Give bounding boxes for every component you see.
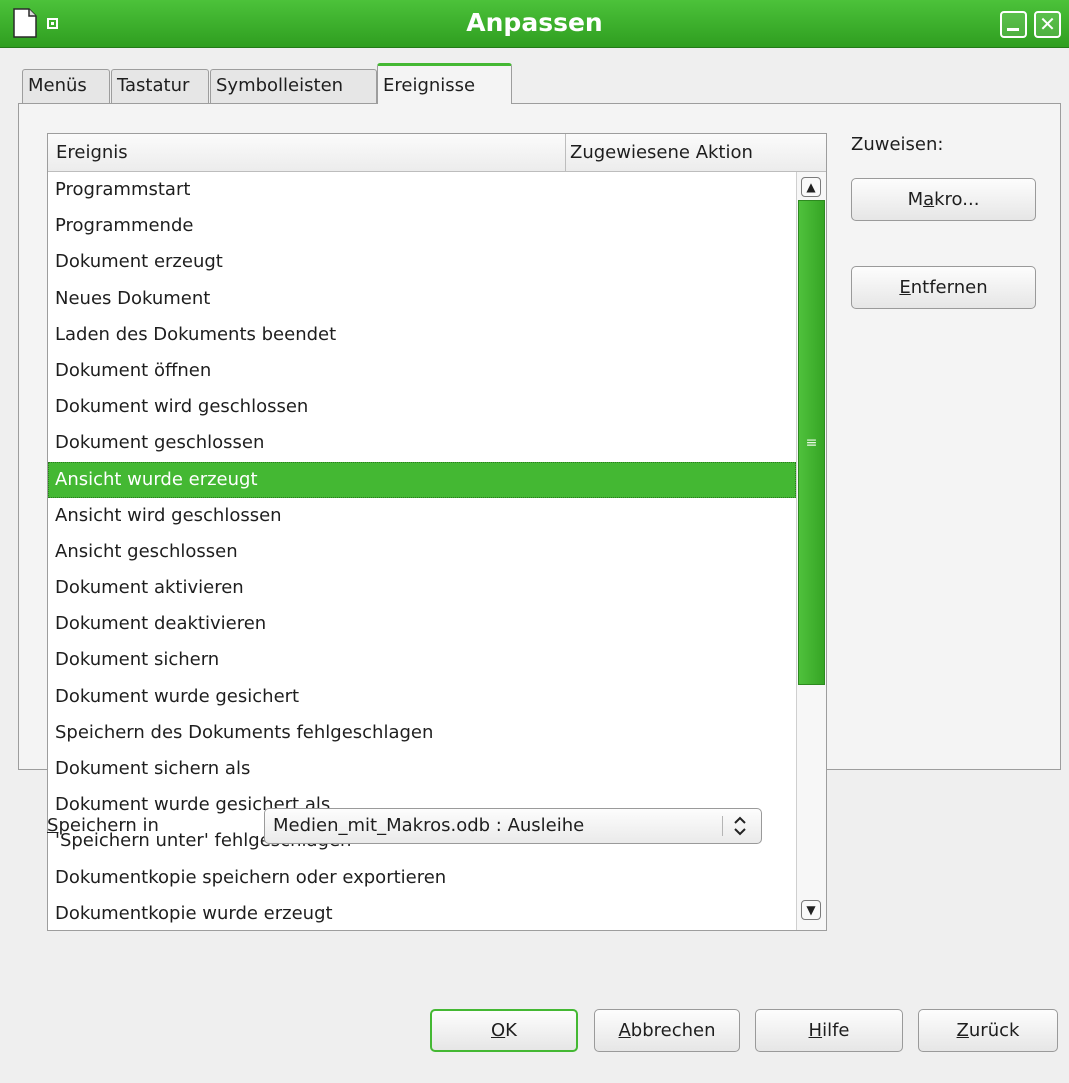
ok-button-label: OK: [491, 1020, 517, 1041]
event-row[interactable]: Dokument wird geschlossen: [48, 389, 796, 425]
event-row[interactable]: Dokumentkopie wurde erzeugt: [48, 896, 796, 930]
close-button[interactable]: ✕: [1034, 11, 1061, 38]
event-row-selected[interactable]: Ansicht wurde erzeugt: [48, 461, 796, 498]
event-row[interactable]: Programmstart: [48, 172, 796, 208]
back-button[interactable]: Zurück: [918, 1009, 1058, 1052]
event-row[interactable]: Programmende: [48, 208, 796, 244]
event-row[interactable]: Dokument deaktivieren: [48, 606, 796, 642]
scroll-down-icon[interactable]: ▼: [801, 900, 821, 920]
help-button-label: Hilfe: [808, 1020, 850, 1041]
assign-label: Zuweisen:: [851, 134, 944, 155]
save-in-value: Medien_mit_Makros.odb : Ausleihe: [273, 815, 585, 836]
vertical-scrollbar[interactable]: ▲ ≡ ▼: [796, 172, 826, 930]
tab-keyboard[interactable]: Tastatur: [111, 69, 209, 103]
macro-button[interactable]: Makro...: [851, 178, 1036, 221]
updown-icon: [734, 816, 746, 836]
tab-menus[interactable]: Menüs: [22, 69, 110, 103]
event-row[interactable]: Dokument sichern: [48, 642, 796, 678]
event-row[interactable]: Speichern des Dokuments fehlgeschlagen: [48, 715, 796, 751]
tab-toolbars[interactable]: Symbolleisten: [210, 69, 377, 103]
remove-button[interactable]: Entfernen: [851, 266, 1036, 309]
event-row[interactable]: Dokument aktivieren: [48, 570, 796, 606]
window-title: Anpassen: [466, 8, 603, 37]
event-row[interactable]: Dokument wurde gesichert: [48, 679, 796, 715]
column-header-event[interactable]: Ereignis: [48, 134, 566, 171]
document-icon: [13, 8, 37, 38]
event-row[interactable]: Dokumentkopie speichern oder exportieren: [48, 860, 796, 896]
save-in-label: Speichern in: [47, 815, 159, 836]
event-row[interactable]: Ansicht geschlossen: [48, 534, 796, 570]
event-row[interactable]: Laden des Dokuments beendet: [48, 317, 796, 353]
column-header-assigned-action[interactable]: Zugewiesene Aktion: [566, 134, 826, 171]
event-row[interactable]: Dokument sichern als: [48, 751, 796, 787]
close-icon: ✕: [1039, 12, 1056, 36]
save-in-select[interactable]: Medien_mit_Makros.odb : Ausleihe: [264, 808, 762, 844]
scroll-grip-icon: ≡: [805, 435, 818, 451]
tab-events[interactable]: Ereignisse: [377, 63, 512, 104]
macro-button-label: Makro...: [907, 189, 980, 210]
cancel-button-label: Abbrechen: [618, 1020, 716, 1041]
cancel-button[interactable]: Abbrechen: [594, 1009, 740, 1052]
minimize-button[interactable]: [1000, 11, 1027, 38]
event-row[interactable]: Dokument öffnen: [48, 353, 796, 389]
back-button-label: Zurück: [956, 1020, 1020, 1041]
select-separator: [722, 816, 723, 836]
window-menu-icon[interactable]: [47, 18, 58, 29]
title-bar: Anpassen ✕: [0, 0, 1069, 48]
event-row[interactable]: Dokument erzeugt: [48, 244, 796, 280]
event-row[interactable]: Neues Dokument: [48, 281, 796, 317]
list-header: Ereignis Zugewiesene Aktion: [48, 134, 826, 172]
remove-button-label: Entfernen: [899, 277, 988, 298]
help-button[interactable]: Hilfe: [755, 1009, 903, 1052]
event-row[interactable]: Ansicht wird geschlossen: [48, 498, 796, 534]
ok-button[interactable]: OK: [430, 1009, 578, 1052]
scroll-up-icon[interactable]: ▲: [801, 177, 821, 197]
scroll-thumb[interactable]: ≡: [798, 200, 825, 685]
event-row[interactable]: Dokument geschlossen: [48, 425, 796, 461]
